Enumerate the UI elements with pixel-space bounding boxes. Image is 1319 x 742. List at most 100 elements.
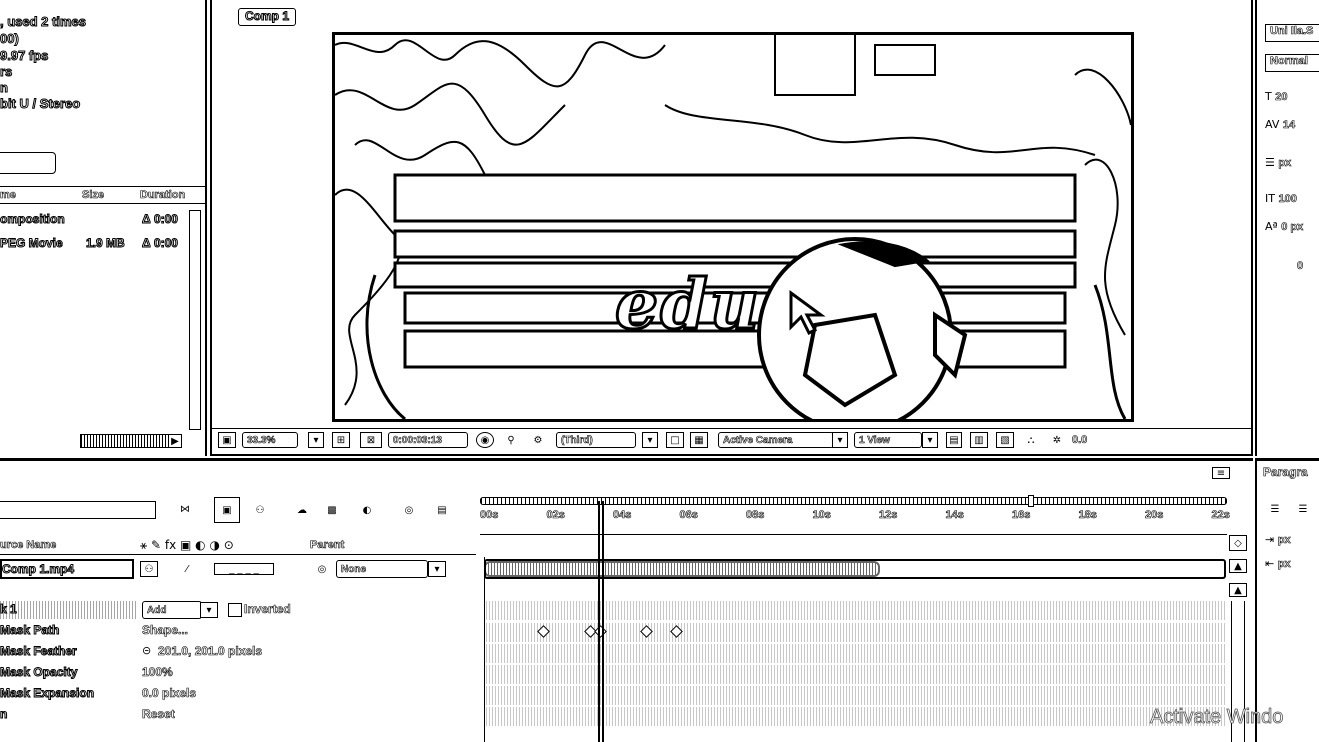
hide-shy-layers-icon[interactable]: ☁ (290, 499, 314, 521)
align-left-icon[interactable]: ☰ (1265, 499, 1285, 519)
property-value[interactable]: 0.0 pixels (142, 686, 197, 701)
comp-mini-flowchart-icon[interactable]: ⋈ (170, 499, 200, 519)
work-area-end-handle[interactable] (1028, 495, 1034, 507)
track-row-mask-feather (486, 644, 1226, 663)
space-before-value: px (1277, 558, 1291, 571)
track-row-mask-expansion (486, 686, 1226, 705)
magnification-dropdown[interactable]: 33.3% (242, 432, 298, 448)
snapshot-camera-icon[interactable]: ◉ (476, 432, 494, 448)
vertical-scale-row[interactable]: IT 100 (1265, 192, 1297, 205)
layer-switches-icon[interactable]: _ _ _ _ (214, 563, 274, 575)
project-horizontal-scrollbar[interactable] (80, 434, 180, 448)
inverted-checkbox[interactable] (228, 603, 242, 617)
layer-name-box[interactable]: Comp 1.mp4 (0, 559, 134, 579)
timeline-link-icon[interactable]: ▧ (996, 432, 1014, 448)
chevron-down-icon[interactable]: ▾ (428, 561, 446, 577)
time-ruler[interactable]: 00s 02s 04s 06s 08s 10s 12s 14s 16s 18s 20s 22s (480, 495, 1230, 535)
fast-preview-icon[interactable]: ▥ (970, 432, 988, 448)
track-row-transform (486, 707, 1226, 726)
chevron-down-icon[interactable]: ▾ (922, 432, 938, 448)
column-duration[interactable]: Duration (140, 189, 186, 202)
scroll-right-arrow-icon[interactable]: ▶ (168, 434, 182, 448)
overlay-text: edu (613, 264, 762, 347)
footage-info-duration: rs (0, 64, 13, 80)
column-size[interactable]: Size (82, 189, 105, 202)
live-update-icon[interactable]: ▣ (214, 497, 240, 523)
reset-exposure-icon[interactable]: ✲ (1048, 432, 1066, 448)
current-time-indicator[interactable] (598, 501, 604, 742)
work-area-bar[interactable] (480, 497, 1227, 505)
layer-row[interactable]: Comp 1.mp4 ⚇ ⁄ _ _ _ _ ◎ None ▾ (0, 559, 476, 580)
current-time-display[interactable]: 0:00:03:13 (388, 432, 468, 448)
font-size-row[interactable]: T 20 (1265, 90, 1288, 104)
show-snapshot-icon[interactable]: ⚲ (502, 432, 520, 448)
always-preview-icon[interactable]: ▣ (218, 432, 236, 448)
region-of-interest-icon[interactable]: □ (666, 432, 684, 448)
baseline-shift-row[interactable]: Aª 0 px (1265, 220, 1304, 233)
composition-viewer: Comp 1 edu ▣ 33.3% ▾ ⊞ ⊠ 0:00:03:13 ◉ ⚲ … (210, 0, 1253, 456)
font-size-value: 20 (1275, 91, 1288, 104)
tracking-row[interactable]: AV 14 (1265, 118, 1295, 131)
project-item-duration: Δ 0:00 (142, 212, 179, 227)
parent-column[interactable]: Parent (310, 539, 345, 552)
mask-mode-dropdown[interactable]: Add (142, 601, 202, 619)
paragraph-tab[interactable]: Paragra (1263, 465, 1308, 480)
quality-switch-icon[interactable]: ⁄ (178, 561, 196, 577)
font-family-dropdown[interactable]: Uni Ila.S (1265, 24, 1319, 42)
property-name: Mask Expansion (0, 686, 95, 701)
space-before-row[interactable]: ⇤ px (1265, 557, 1291, 570)
chevron-down-icon[interactable]: ▾ (308, 432, 324, 448)
camera-view-dropdown[interactable]: Active Camera (718, 432, 834, 448)
flowchart-icon[interactable]: ⛬ (1022, 432, 1040, 448)
property-value[interactable]: Shape... (142, 623, 189, 638)
pick-whip-icon[interactable]: ◎ (314, 561, 330, 577)
safe-zones-icon[interactable]: ⊞ (332, 432, 350, 448)
indent-left-row[interactable]: ⇥ px (1265, 533, 1291, 546)
chevron-down-icon[interactable]: ▾ (642, 432, 658, 448)
scroll-up-icon[interactable]: ▲ (1229, 583, 1247, 597)
property-value[interactable]: 201.0, 201.0 pixels (158, 644, 263, 659)
project-item-movie[interactable]: PEG Movie 1.9 MB Δ 0:00 (0, 234, 190, 254)
resolution-dropdown[interactable]: (Third) (556, 432, 636, 448)
zoom-in-icon[interactable]: ◇ (1229, 535, 1247, 551)
color-channel-icon[interactable]: ⚙ (528, 432, 548, 448)
property-value[interactable]: 100% (142, 665, 173, 680)
project-item-composition[interactable]: omposition Δ 0:00 (0, 210, 190, 230)
shy-switch-icon[interactable]: ⚇ (140, 561, 158, 577)
constrain-proportions-icon[interactable]: ⊝ (142, 644, 151, 657)
scroll-up-icon[interactable]: ▲ (1229, 559, 1247, 573)
ruler-tick-label: 20s (1145, 509, 1164, 522)
draft-3d-icon[interactable]: ⚇ (248, 499, 272, 521)
layer-in-out-bar[interactable] (484, 561, 880, 577)
source-name-column[interactable]: urce Name (0, 539, 57, 552)
composition-frame[interactable]: edu (332, 32, 1134, 422)
property-name: Mask Feather (0, 644, 77, 659)
comp-tab[interactable]: Comp 1 (238, 8, 297, 26)
footage-info-fps: 9.97 fps (0, 48, 49, 64)
stroke-width-row[interactable]: ☰ px (1265, 156, 1292, 169)
motion-blur-icon[interactable]: ◐ (354, 499, 380, 521)
timeline-search-input[interactable] (0, 501, 156, 519)
timeline-panel: ≡ ⋈ ▣ ⚇ ☁ ▩ ◐ ◎ ▤ urce Name ⚹ ✎ fx ▣ ◐ ◑… (0, 458, 1253, 742)
chevron-down-icon[interactable]: ▾ (832, 432, 848, 448)
panel-menu-icon[interactable]: ≡ (1212, 467, 1230, 479)
chevron-down-icon[interactable]: ▾ (200, 602, 218, 618)
brainstorm-icon[interactable]: ◎ (396, 499, 422, 521)
graph-editor-icon[interactable]: ▤ (430, 499, 454, 521)
font-style-dropdown[interactable]: Normal (1265, 54, 1319, 72)
view-layout-dropdown[interactable]: 1 View (854, 432, 922, 448)
property-value[interactable]: Reset (142, 707, 175, 722)
grid-toggle-icon[interactable]: ⊠ (360, 432, 382, 448)
exposure-value[interactable]: 0.0 (1072, 434, 1088, 447)
frame-blending-icon[interactable]: ▩ (320, 499, 344, 521)
footage-info-dimensions: 00) (0, 31, 19, 47)
column-name[interactable]: me (0, 189, 16, 202)
tsume-value[interactable]: 0 (1297, 260, 1304, 273)
layer-name: Comp 1.mp4 (1, 562, 75, 577)
project-vertical-scrollbar[interactable] (189, 210, 201, 430)
transparency-grid-icon[interactable]: ▦ (690, 432, 708, 448)
align-center-icon[interactable]: ☰ (1293, 499, 1313, 519)
project-action-button[interactable] (0, 152, 56, 174)
parent-dropdown[interactable]: None (336, 560, 428, 578)
toggle-pixel-aspect-icon[interactable]: ▤ (946, 432, 962, 448)
